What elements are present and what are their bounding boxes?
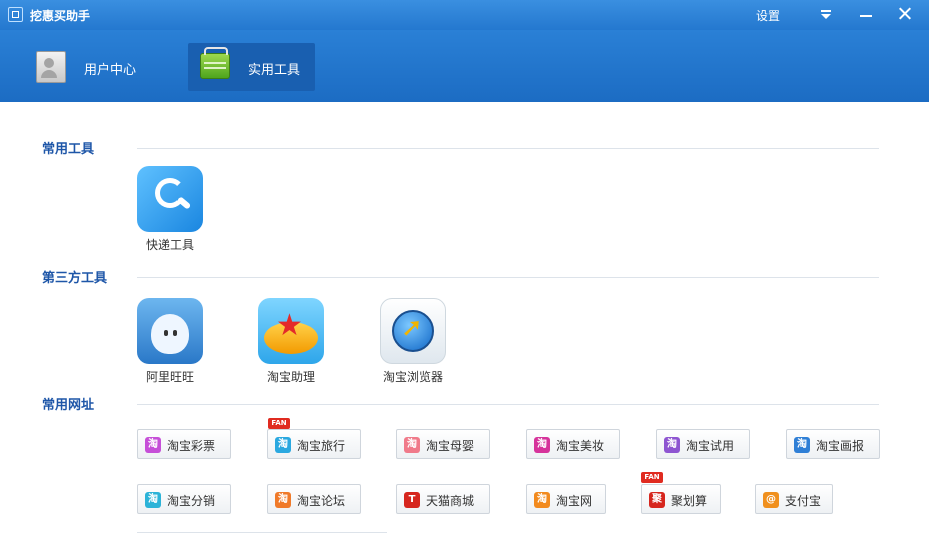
taobao-logo-icon: 淘 bbox=[534, 437, 550, 453]
minimize-icon[interactable] bbox=[855, 4, 877, 24]
taobao-logo-icon: 淘 bbox=[404, 437, 420, 453]
tab-user-center[interactable]: 用户中心 bbox=[26, 43, 166, 91]
site-label: 淘宝彩票 bbox=[167, 439, 216, 453]
site-taobao-pictorial[interactable]: 淘 淘宝画报 bbox=[786, 429, 880, 459]
content-area: 常用工具 快递工具 第三方工具 阿里旺旺 淘宝助理 淘宝浏览器 常用网址 淘 淘… bbox=[0, 102, 929, 535]
aliwangwang-icon bbox=[137, 298, 203, 364]
site-label: 淘宝网 bbox=[556, 494, 593, 508]
section-title-third-party: 第三方工具 bbox=[42, 271, 108, 286]
site-juhuasuan[interactable]: 聚 聚划算 bbox=[641, 484, 721, 514]
site-label: 淘宝论坛 bbox=[297, 494, 346, 508]
window-title: 挖惠买助手 bbox=[30, 9, 91, 23]
site-label: 天猫商城 bbox=[426, 494, 475, 508]
section-divider bbox=[137, 532, 387, 533]
tool-aliwangwang[interactable]: 阿里旺旺 bbox=[137, 298, 203, 385]
taobao-logo-icon: 淘 bbox=[534, 492, 550, 508]
section-divider bbox=[137, 404, 879, 405]
site-taobao-forum[interactable]: 淘 淘宝论坛 bbox=[267, 484, 361, 514]
section-divider bbox=[137, 148, 879, 149]
site-label: 支付宝 bbox=[785, 494, 822, 508]
taobao-assistant-icon bbox=[258, 298, 324, 364]
user-center-icon bbox=[36, 51, 66, 83]
site-taobao-trial[interactable]: 淘 淘宝试用 bbox=[656, 429, 750, 459]
site-taobao[interactable]: 淘 淘宝网 bbox=[526, 484, 606, 514]
express-icon bbox=[137, 166, 203, 232]
settings-button[interactable]: 设置 bbox=[756, 7, 780, 24]
menu-dropdown-icon[interactable] bbox=[815, 4, 837, 24]
tool-label: 快递工具 bbox=[145, 238, 194, 252]
site-label: 聚划算 bbox=[671, 494, 708, 508]
site-label: 淘宝旅行 bbox=[297, 439, 346, 453]
site-label: 淘宝试用 bbox=[686, 439, 735, 453]
juhuasuan-logo-icon: 聚 bbox=[649, 492, 665, 508]
taobao-logo-icon: 淘 bbox=[145, 437, 161, 453]
site-label: 淘宝分销 bbox=[167, 494, 216, 508]
site-tmall[interactable]: T 天猫商城 bbox=[396, 484, 490, 514]
taobao-logo-icon: 淘 bbox=[275, 492, 291, 508]
header-nav: 用户中心 实用工具 bbox=[0, 30, 929, 102]
taobao-logo-icon: 淘 bbox=[275, 437, 291, 453]
site-taobao-baby[interactable]: 淘 淘宝母婴 bbox=[396, 429, 490, 459]
app-logo-icon bbox=[8, 7, 23, 22]
tab-practical-tools[interactable]: 实用工具 bbox=[188, 43, 315, 91]
section-divider bbox=[137, 277, 879, 278]
toolbox-icon bbox=[200, 47, 230, 79]
taobao-logo-icon: 淘 bbox=[145, 492, 161, 508]
tmall-logo-icon: T bbox=[404, 492, 420, 508]
site-label: 淘宝美妆 bbox=[556, 439, 605, 453]
taobao-logo-icon: 淘 bbox=[794, 437, 810, 453]
tab-label: 实用工具 bbox=[248, 63, 301, 78]
fan-badge: FAN bbox=[268, 418, 290, 429]
tab-label: 用户中心 bbox=[84, 63, 137, 78]
taobao-logo-icon: 淘 bbox=[664, 437, 680, 453]
tool-express[interactable]: 快递工具 bbox=[137, 166, 203, 253]
taobao-browser-icon bbox=[380, 298, 446, 364]
tool-taobao-assistant[interactable]: 淘宝助理 bbox=[258, 298, 324, 385]
title-bar: 挖惠买助手 设置 bbox=[0, 0, 929, 30]
close-icon[interactable] bbox=[894, 4, 916, 24]
site-taobao-beauty[interactable]: 淘 淘宝美妆 bbox=[526, 429, 620, 459]
tool-label: 淘宝浏览器 bbox=[382, 370, 443, 384]
site-label: 淘宝母婴 bbox=[426, 439, 475, 453]
fan-badge: FAN bbox=[641, 472, 663, 483]
site-label: 淘宝画报 bbox=[816, 439, 865, 453]
site-taobao-lottery[interactable]: 淘 淘宝彩票 bbox=[137, 429, 231, 459]
section-title-common-tools: 常用工具 bbox=[42, 142, 95, 157]
alipay-logo-icon: @ bbox=[763, 492, 779, 508]
site-taobao-travel[interactable]: 淘 淘宝旅行 bbox=[267, 429, 361, 459]
site-alipay[interactable]: @ 支付宝 bbox=[755, 484, 833, 514]
tool-label: 淘宝助理 bbox=[266, 370, 315, 384]
tool-taobao-browser[interactable]: 淘宝浏览器 bbox=[380, 298, 446, 385]
section-title-common-sites: 常用网址 bbox=[42, 398, 95, 413]
tool-label: 阿里旺旺 bbox=[145, 370, 194, 384]
site-taobao-distribution[interactable]: 淘 淘宝分销 bbox=[137, 484, 231, 514]
